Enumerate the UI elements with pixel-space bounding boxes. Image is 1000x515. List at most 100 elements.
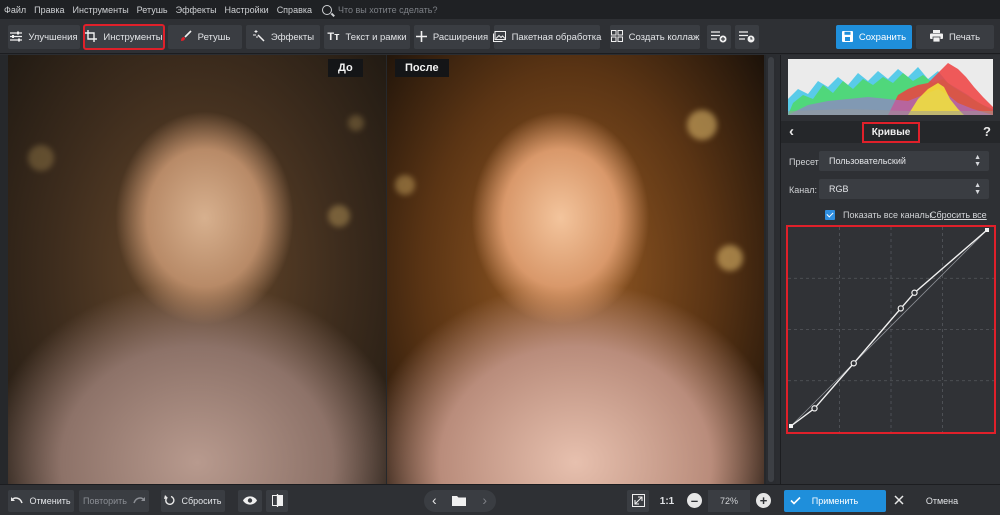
menu-bar: Файл Правка Инструменты Ретушь Эффекты Н… xyxy=(0,0,1000,19)
next-image-chevron-icon[interactable]: › xyxy=(482,492,487,508)
plus-icon xyxy=(415,30,427,44)
preview-scrollbar[interactable] xyxy=(766,55,776,484)
channel-select[interactable]: RGB ▲ ▼ xyxy=(819,179,989,199)
actual-size-button[interactable]: 1:1 xyxy=(655,490,679,512)
curve-control-point[interactable] xyxy=(897,305,904,312)
menu-help[interactable]: Справка xyxy=(277,5,312,15)
channel-select-value: RGB xyxy=(829,184,849,194)
bokeh-light xyxy=(28,145,54,171)
effects-tab-label: Эффекты xyxy=(270,31,315,43)
checkmark-icon xyxy=(790,495,801,507)
menu-file[interactable]: Файл xyxy=(4,5,26,15)
print-button[interactable]: Печать xyxy=(916,25,994,49)
menu-tools[interactable]: Инструменты xyxy=(73,5,129,15)
enhance-tab[interactable]: Улучшения xyxy=(8,25,80,49)
retouch-tab[interactable]: Ретушь xyxy=(168,25,242,49)
print-button-label: Печать xyxy=(948,31,981,43)
before-label: До xyxy=(328,59,363,77)
updown-arrows-icon: ▲ ▼ xyxy=(974,154,981,168)
eye-icon xyxy=(243,495,257,507)
reset-label: Сбросить xyxy=(181,496,222,506)
command-search-input[interactable] xyxy=(338,4,468,15)
command-search xyxy=(322,4,468,15)
save-button[interactable]: Сохранить xyxy=(836,25,912,49)
prev-image-chevron-icon[interactable]: ‹ xyxy=(432,492,437,508)
collage-grid-icon xyxy=(610,30,623,44)
folder-icon[interactable] xyxy=(452,495,466,508)
text-icon: Tт xyxy=(327,30,340,43)
show-all-channels-checkbox[interactable] xyxy=(825,210,835,220)
extensions-tab[interactable]: Расширения xyxy=(414,25,490,49)
create-collage-label: Создать коллаж xyxy=(628,31,700,43)
menu-effects[interactable]: Эффекты xyxy=(176,5,217,15)
bokeh-light xyxy=(328,205,350,227)
retouch-tab-label: Ретушь xyxy=(197,31,231,43)
preview-workspace: До После xyxy=(0,55,776,484)
enhance-tab-label: Улучшения xyxy=(28,31,78,43)
scrollbar-thumb[interactable] xyxy=(768,57,774,482)
crop-icon xyxy=(85,30,98,44)
after-label: После xyxy=(395,59,449,77)
search-icon xyxy=(322,4,332,15)
after-photo[interactable]: После xyxy=(387,55,764,484)
undo-arrow-icon xyxy=(11,495,24,507)
reset-button[interactable]: Сбросить xyxy=(161,490,225,512)
fit-screen-button[interactable] xyxy=(627,490,649,512)
curves-graph[interactable] xyxy=(788,227,994,432)
text-frames-tab[interactable]: Tт Текст и рамки xyxy=(324,25,410,49)
add-to-queue-button[interactable] xyxy=(707,25,731,49)
updown-arrows-icon: ▲ ▼ xyxy=(974,182,981,196)
undo-button[interactable]: Отменить xyxy=(8,490,74,512)
floppy-disk-icon xyxy=(841,30,853,44)
effects-tab[interactable]: Эффекты xyxy=(246,25,320,49)
create-collage-button[interactable]: Создать коллаж xyxy=(610,25,700,49)
save-button-label: Сохранить xyxy=(858,31,907,43)
curve-end-point[interactable] xyxy=(985,228,989,232)
menu-retouch[interactable]: Ретушь xyxy=(137,5,168,15)
show-all-channels-row[interactable]: Показать все каналы xyxy=(825,210,931,220)
sliders-icon xyxy=(10,31,23,44)
preset-label: Пресет: xyxy=(789,157,822,167)
curve-control-point[interactable] xyxy=(811,405,818,412)
help-icon[interactable]: ? xyxy=(983,124,991,139)
brush-icon xyxy=(180,30,192,44)
menu-edit[interactable]: Правка xyxy=(34,5,64,15)
printer-icon xyxy=(929,30,943,44)
batch-processing-label: Пакетная обработка xyxy=(511,31,602,43)
cancel-button[interactable]: Отмена xyxy=(890,490,994,512)
curves-title: Кривые xyxy=(861,121,921,143)
bottom-bar: Отменить Повторить Сбросить ‹ › 1:1 – 72… xyxy=(0,484,1000,515)
zoom-out-icon[interactable]: – xyxy=(687,493,702,508)
redo-button[interactable]: Повторить xyxy=(79,490,149,512)
apply-button[interactable]: Применить xyxy=(784,490,886,512)
undo-label: Отменить xyxy=(29,496,71,506)
zoom-in-icon[interactable]: + xyxy=(756,493,771,508)
menu-settings[interactable]: Настройки xyxy=(225,5,269,15)
histogram-graph xyxy=(788,63,993,115)
preset-select-value: Пользовательский xyxy=(829,156,906,166)
curve-control-point[interactable] xyxy=(850,360,857,367)
zoom-level[interactable]: 72% xyxy=(708,490,750,512)
bokeh-light xyxy=(395,175,415,195)
split-view-icon xyxy=(271,493,283,509)
queue-add-icon xyxy=(711,30,727,45)
reset-all-link[interactable]: Сбросить все xyxy=(930,210,987,220)
back-chevron-icon[interactable]: ‹ xyxy=(789,123,794,140)
curve-control-point[interactable] xyxy=(911,289,918,296)
bokeh-light xyxy=(687,110,717,140)
panel-header: ‹ Кривые ? xyxy=(781,121,1000,143)
toggle-preview-button[interactable] xyxy=(238,490,262,512)
tools-tab[interactable]: Инструменты xyxy=(83,24,165,50)
cancel-label: Отмена xyxy=(925,496,959,506)
batch-processing-button[interactable]: Пакетная обработка xyxy=(492,25,602,49)
compare-split-button[interactable] xyxy=(266,490,288,512)
reset-rotate-icon xyxy=(164,494,175,508)
curves-editor[interactable] xyxy=(786,225,996,434)
queue-history-button[interactable] xyxy=(735,25,759,49)
curve-end-point[interactable] xyxy=(789,424,793,428)
magic-wand-icon xyxy=(252,30,265,44)
text-frames-tab-label: Текст и рамки xyxy=(345,31,407,43)
preset-select[interactable]: Пользовательский ▲ ▼ xyxy=(819,151,989,171)
queue-clock-icon xyxy=(739,30,755,45)
before-photo[interactable]: До xyxy=(8,55,386,484)
